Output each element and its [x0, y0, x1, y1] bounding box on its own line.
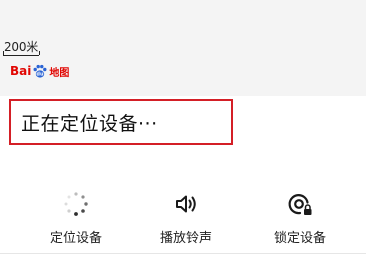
loading-spinner-icon [64, 192, 88, 216]
logo-suffix: 地图 [49, 67, 70, 79]
lock-target-icon [288, 194, 312, 215]
lock-device-label: 锁定设备 [273, 231, 326, 246]
speaker-icon [176, 195, 196, 213]
device-actions-bar: 定位设备 播放铃声 锁定设备 [0, 190, 366, 250]
status-message: 正在定位设备··· [21, 112, 158, 135]
map-scale-tick-right [39, 51, 40, 55]
svg-text:du: du [37, 72, 45, 78]
play-sound-label: 播放铃声 [159, 231, 212, 246]
map-scale-label: 200米 [4, 40, 39, 54]
locating-status-panel: 正在定位设备··· [9, 99, 233, 145]
lock-device-button[interactable]: 锁定设备 [255, 190, 345, 250]
locate-device-button[interactable]: 定位设备 [31, 190, 121, 250]
play-sound-button[interactable]: 播放铃声 [141, 190, 231, 250]
map-view[interactable]: 200米 Bai du 地图 [0, 0, 366, 96]
logo-text: Bai [10, 64, 32, 78]
paw-icon: du [33, 64, 47, 78]
baidu-map-logo: Bai du 地图 [10, 62, 69, 80]
map-scale-bar [3, 55, 39, 56]
map-scale-tick-left [3, 51, 4, 55]
locate-device-label: 定位设备 [49, 231, 102, 246]
bottom-divider [0, 253, 366, 254]
